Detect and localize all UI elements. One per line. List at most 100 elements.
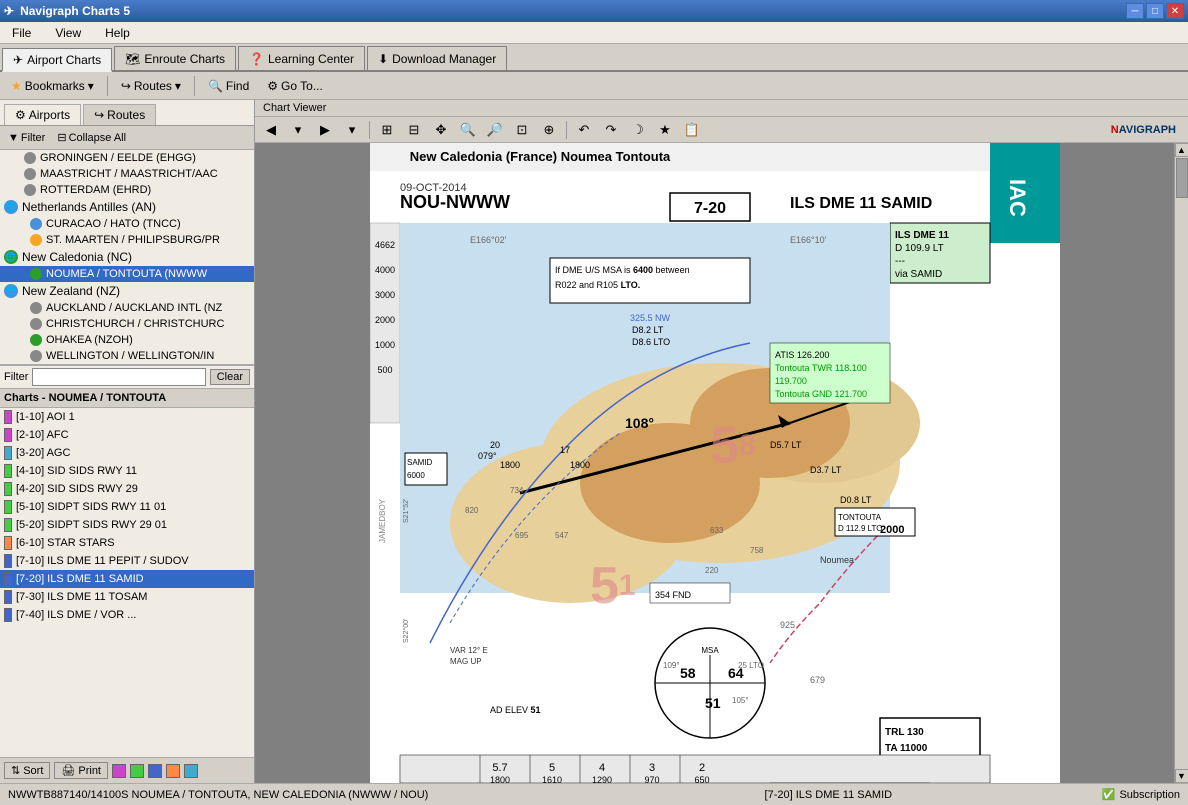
svg-text:D8.2 LT: D8.2 LT	[632, 325, 664, 335]
color-swatch-green[interactable]	[130, 764, 144, 778]
group-new-caledonia[interactable]: 🌐 New Caledonia (NC)	[0, 248, 254, 266]
actual-size-button[interactable]: ⊕	[537, 119, 561, 141]
nav-forward-dropdown[interactable]: ▾	[340, 119, 364, 141]
chart-item-aoi1[interactable]: [1-10] AOI 1	[0, 408, 254, 426]
collapse-all-button[interactable]: ⊟ Collapse All	[53, 130, 130, 145]
nav-back-dropdown[interactable]: ▾	[286, 119, 310, 141]
bookmarks-label: Bookmarks	[25, 79, 85, 93]
main-content: ⚙ Airports ↪ Routes ▼ Filter ⊟ Collapse …	[0, 100, 1188, 783]
filter-clear-button[interactable]: Clear	[210, 369, 250, 385]
svg-text:ILS DME 11 SAMID: ILS DME 11 SAMID	[790, 195, 932, 212]
svg-text:New Caledonia (France) Noumea: New Caledonia (France) Noumea Tontouta	[409, 149, 670, 164]
airport-item-stmaarten[interactable]: ST. MAARTEN / PHILIPSBURG/PR	[0, 232, 254, 248]
svg-text:D 112.9 LTO: D 112.9 LTO	[838, 524, 882, 533]
chart-color-afc	[4, 428, 12, 442]
night-mode-button[interactable]: ☽	[626, 119, 650, 141]
bookmarks-button[interactable]: ★ Bookmarks ▾	[4, 76, 101, 96]
sub-tab-routes[interactable]: ↪ Routes	[83, 104, 156, 125]
svg-text:3: 3	[648, 762, 654, 774]
airport-item-auckland[interactable]: AUCKLAND / AUCKLAND INTL (NZ	[0, 300, 254, 316]
maximize-button[interactable]: □	[1146, 3, 1164, 19]
filter-input[interactable]	[32, 368, 205, 386]
chart-color-ils-vor	[4, 608, 12, 622]
rotate-left-button[interactable]: ↶	[572, 119, 596, 141]
svg-text:VAR 12° E: VAR 12° E	[450, 646, 488, 655]
menu-help[interactable]: Help	[97, 24, 138, 42]
menu-file[interactable]: File	[4, 24, 39, 42]
print-button[interactable]: 🖨 Print	[54, 762, 108, 779]
svg-text:4000: 4000	[374, 265, 394, 275]
titlebar: ✈ Navigraph Charts 5 ─ □ ✕	[0, 0, 1188, 22]
svg-text:---: ---	[895, 256, 905, 267]
tab-enroute[interactable]: 🗺 Enroute Charts	[114, 46, 236, 70]
chart-item-ils-samid[interactable]: [7-20] ILS DME 11 SAMID	[0, 570, 254, 588]
zoom-in-button[interactable]: 🔍	[456, 119, 480, 141]
charts-list[interactable]: [1-10] AOI 1 [2-10] AFC [3-20] AGC [4-10…	[0, 408, 254, 757]
group-netherlands-antilles[interactable]: 🌐 Netherlands Antilles (AN)	[0, 198, 254, 216]
fit-width-button[interactable]: ⊟	[402, 119, 426, 141]
find-button[interactable]: 🔍 Find	[201, 76, 256, 96]
chart-item-star[interactable]: [6-10] STAR STARS	[0, 534, 254, 552]
chart-item-ils-vor[interactable]: [7-40] ILS DME / VOR ...	[0, 606, 254, 624]
subscription-label: Subscription	[1119, 789, 1180, 801]
main-toolbar: ★ Bookmarks ▾ ↪ Routes ▾ 🔍 Find ⚙ Go To.…	[0, 72, 1188, 100]
color-swatch-orange[interactable]	[166, 764, 180, 778]
toolbar-separator-1	[107, 76, 108, 96]
airport-item-noumea[interactable]: NOUMEA / TONTOUTA (NWWW	[0, 266, 254, 282]
menu-view[interactable]: View	[47, 24, 89, 42]
group-new-zealand[interactable]: 🌐 New Zealand (NZ)	[0, 282, 254, 300]
color-swatch-cyan[interactable]	[184, 764, 198, 778]
chart-item-ils-pepit[interactable]: [7-10] ILS DME 11 PEPIT / SUDOV	[0, 552, 254, 570]
sort-button[interactable]: ⇅ Sort	[4, 762, 50, 779]
scroll-down-button[interactable]: ▼	[1175, 769, 1188, 783]
chart-vscroll[interactable]: ▲ ▼	[1174, 143, 1188, 783]
tab-airport[interactable]: ✈ Airport Charts	[2, 48, 112, 72]
color-swatch-purple[interactable]	[112, 764, 126, 778]
filter-button[interactable]: ▼ Filter	[4, 131, 49, 145]
pan-button[interactable]: ✥	[429, 119, 453, 141]
airport-name-wellington: WELLINGTON / WELLINGTON/IN	[46, 350, 214, 362]
bookmark-button[interactable]: ★	[653, 119, 677, 141]
scroll-thumb[interactable]	[1176, 158, 1188, 198]
chart-item-sid-rwy29[interactable]: [4-20] SID SIDS RWY 29	[0, 480, 254, 498]
chart-item-afc[interactable]: [2-10] AFC	[0, 426, 254, 444]
tab-download[interactable]: ⬇ Download Manager	[367, 46, 507, 70]
airport-item-wellington[interactable]: WELLINGTON / WELLINGTON/IN	[0, 348, 254, 364]
airport-item-groningen[interactable]: GRONINGEN / EELDE (EHGG)	[0, 150, 254, 166]
chart-item-sidpt-rwy11-01[interactable]: [5-10] SIDPT SIDS RWY 11 01	[0, 498, 254, 516]
fit-page-button[interactable]: ⊞	[375, 119, 399, 141]
nav-back-button[interactable]: ◀	[259, 119, 283, 141]
status-center: [7-20] ILS DME 11 SAMID	[555, 789, 1102, 801]
sub-tabs: ⚙ Airports ↪ Routes	[0, 100, 254, 126]
rotate-right-button[interactable]: ↷	[599, 119, 623, 141]
nav-forward-button[interactable]: ▶	[313, 119, 337, 141]
chart-canvas[interactable]: New Caledonia (France) Noumea Tontouta I…	[255, 143, 1174, 783]
airport-item-christchurch[interactable]: CHRISTCHURCH / CHRISTCHURC	[0, 316, 254, 332]
svg-text:1800: 1800	[489, 775, 509, 783]
airport-item-rotterdam[interactable]: ROTTERDAM (EHRD)	[0, 182, 254, 198]
close-button[interactable]: ✕	[1166, 3, 1184, 19]
scroll-up-button[interactable]: ▲	[1175, 143, 1188, 157]
airport-item-maastricht[interactable]: MAASTRICHT / MAASTRICHT/AAC	[0, 166, 254, 182]
chart-item-sid-rwy11[interactable]: [4-10] SID SIDS RWY 11	[0, 462, 254, 480]
goto-button[interactable]: ⚙ Go To...	[260, 76, 330, 96]
chart-item-agc[interactable]: [3-20] AGC	[0, 444, 254, 462]
airport-item-curacao[interactable]: CURACAO / HATO (TNCC)	[0, 216, 254, 232]
svg-text:2: 2	[698, 762, 704, 774]
svg-text:Tontouta GND 121.700: Tontouta GND 121.700	[775, 389, 867, 399]
airport-item-ohakea[interactable]: OHAKEA (NZOH)	[0, 332, 254, 348]
tab-learning[interactable]: ❓ Learning Center	[238, 46, 365, 70]
color-swatch-blue[interactable]	[148, 764, 162, 778]
routes-button[interactable]: ↪ Routes ▾	[114, 76, 188, 96]
zoom-out-button[interactable]: 🔎	[483, 119, 507, 141]
sub-tab-airports[interactable]: ⚙ Airports	[4, 104, 81, 125]
minimize-button[interactable]: ─	[1126, 3, 1144, 19]
airport-list[interactable]: GRONINGEN / EELDE (EHGG) MAASTRICHT / MA…	[0, 150, 254, 365]
chart-item-ils-tosam[interactable]: [7-30] ILS DME 11 TOSAM	[0, 588, 254, 606]
chart-item-sidpt-rwy29-01[interactable]: [5-20] SIDPT SIDS RWY 29 01	[0, 516, 254, 534]
svg-text:4662: 4662	[374, 240, 394, 250]
clipboard-button[interactable]: 📋	[680, 119, 704, 141]
svg-text:E166°10': E166°10'	[790, 235, 827, 245]
chart-label-star: [6-10] STAR STARS	[16, 537, 115, 549]
zoom-box-button[interactable]: ⊡	[510, 119, 534, 141]
